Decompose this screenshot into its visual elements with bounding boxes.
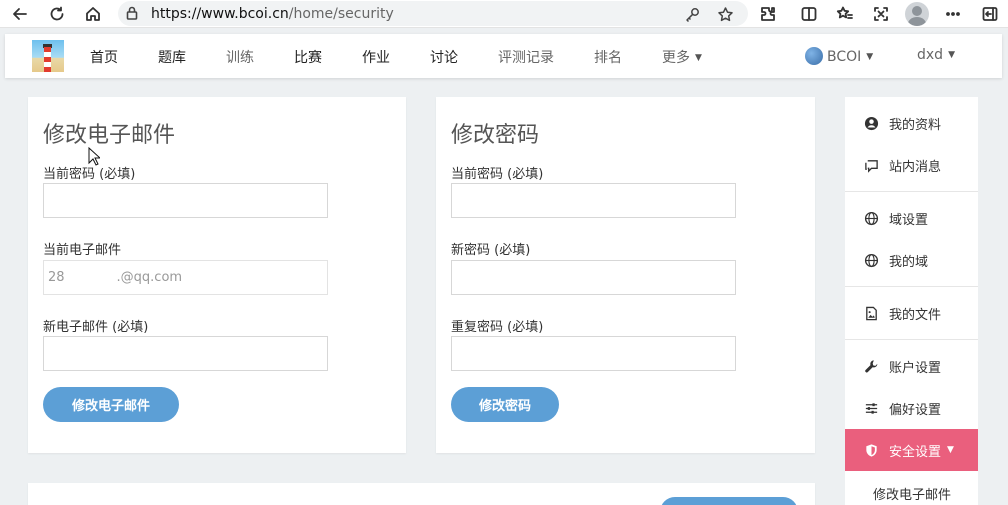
- refresh-icon[interactable]: [45, 2, 69, 26]
- change-email-button[interactable]: 修改电子邮件: [43, 387, 179, 422]
- sidebar-item-preferences[interactable]: 偏好设置: [845, 387, 978, 429]
- bottom-card: [28, 483, 815, 505]
- sidebar-item-my-domains[interactable]: 我的域: [845, 239, 978, 281]
- mouse-cursor-icon: [88, 147, 100, 166]
- nav-domain[interactable]: BCOI ▼: [805, 47, 873, 65]
- globe-icon: [863, 252, 879, 268]
- nav-more-label: 更多: [662, 50, 690, 66]
- sidebar-item-label: 安全设置: [889, 444, 942, 460]
- nav-ranking[interactable]: 排名: [594, 47, 622, 67]
- shield-icon: [863, 442, 879, 458]
- nav-discussion[interactable]: 讨论: [430, 47, 458, 67]
- sidebar-item-my-files[interactable]: 我的文件: [845, 292, 978, 334]
- change-email-card: 修改电子邮件 当前密码 (必填) 当前电子邮件 新电子邮件 (必填) 修改电子邮…: [28, 97, 406, 453]
- change-password-button[interactable]: 修改密码: [451, 387, 559, 422]
- sidebar-item-security[interactable]: 安全设置 ▼: [845, 429, 978, 471]
- sidebar-item-domain-settings[interactable]: 域设置: [845, 197, 978, 239]
- message-icon: [863, 157, 879, 173]
- nav-homework[interactable]: 作业: [362, 47, 390, 67]
- current-password-label: 当前密码 (必填): [451, 167, 544, 182]
- profile-avatar[interactable]: [905, 2, 929, 26]
- sidebar-item-label: 我的资料: [889, 117, 942, 133]
- nav-domain-label: BCOI: [827, 49, 862, 65]
- bottom-card-button[interactable]: [660, 497, 798, 505]
- extensions-icon[interactable]: [756, 2, 780, 26]
- nav-records[interactable]: 评测记录: [498, 47, 554, 67]
- wrench-icon: [863, 358, 879, 374]
- new-password-input[interactable]: [451, 260, 736, 295]
- sidebar-item-profile[interactable]: 我的资料: [845, 102, 978, 144]
- sidebar-item-account-settings[interactable]: 账户设置: [845, 345, 978, 387]
- back-icon[interactable]: [8, 2, 32, 26]
- sidebar-item-label: 我的域: [889, 254, 929, 270]
- address-bar[interactable]: https://www.bcoi.cn/home/security: [118, 1, 748, 26]
- nav-contests[interactable]: 比赛: [294, 47, 322, 67]
- nav-home[interactable]: 首页: [90, 47, 118, 67]
- url-host: https://www.bcoi.cn: [151, 6, 289, 22]
- url-path: /home/security: [288, 6, 394, 22]
- sidebar-subitem-change-email[interactable]: 修改电子邮件: [873, 484, 951, 503]
- nav-training[interactable]: 训练: [226, 47, 254, 67]
- home-icon[interactable]: [81, 2, 105, 26]
- more-options-icon[interactable]: [941, 2, 965, 26]
- sidebar-item-label: 账户设置: [889, 360, 942, 376]
- star-icon[interactable]: [715, 4, 735, 24]
- change-password-title: 修改密码: [451, 123, 540, 148]
- repeat-password-input[interactable]: [451, 336, 736, 371]
- globe-icon: [863, 210, 879, 226]
- split-screen-icon[interactable]: [797, 2, 821, 26]
- new-email-label: 新电子邮件 (必填): [43, 320, 149, 335]
- new-password-label: 新密码 (必填): [451, 243, 531, 258]
- change-password-card: 修改密码 当前密码 (必填) 新密码 (必填) 重复密码 (必填) 修改密码: [436, 97, 815, 453]
- user-circle-icon: [863, 115, 879, 131]
- chevron-down-icon: ▼: [695, 53, 702, 63]
- sidebar-divider: [845, 286, 978, 287]
- sidebar-item-label: 偏好设置: [889, 402, 942, 418]
- current-email-label: 当前电子邮件: [43, 243, 122, 258]
- sidebar-item-messages[interactable]: 站内消息: [845, 144, 978, 186]
- domain-globe-icon: [805, 47, 823, 65]
- chevron-down-icon: ▼: [948, 50, 955, 60]
- nav-user[interactable]: dxd ▼: [917, 47, 955, 63]
- lock-icon: [124, 5, 140, 21]
- settings-sidebar: 我的资料 站内消息 域设置 我的域 我的文件 账户设置 偏好设置 安全设置 ▼ …: [845, 97, 978, 505]
- site-navbar: 首页 题库 训练 比赛 作业 讨论 评测记录 排名 更多 ▼ BCOI ▼ dxd ▼: [5, 34, 1002, 78]
- browser-toolbar: https://www.bcoi.cn/home/security: [0, 0, 1008, 28]
- change-email-title: 修改电子邮件: [43, 123, 176, 148]
- sidebar-divider: [845, 191, 978, 192]
- current-email-field: [43, 260, 328, 295]
- nav-problems[interactable]: 题库: [158, 47, 186, 67]
- sidebar-item-label: 站内消息: [889, 159, 942, 175]
- sidebar-divider: [845, 339, 978, 340]
- email-current-password-input[interactable]: [43, 183, 328, 218]
- url-text: https://www.bcoi.cn/home/security: [151, 6, 394, 22]
- new-email-input[interactable]: [43, 336, 328, 371]
- sidebar-item-label: 域设置: [889, 212, 929, 228]
- sliders-icon: [863, 400, 879, 416]
- site-logo[interactable]: [32, 40, 64, 72]
- screenshot-icon[interactable]: [869, 2, 893, 26]
- nav-user-label: dxd: [917, 47, 944, 63]
- favorites-icon[interactable]: [833, 2, 857, 26]
- chevron-down-icon: ▼: [866, 52, 874, 62]
- chevron-down-icon: ▼: [947, 445, 954, 455]
- file-image-icon: [863, 305, 879, 321]
- repeat-password-label: 重复密码 (必填): [451, 320, 544, 335]
- nav-more[interactable]: 更多 ▼: [662, 47, 702, 67]
- sidebar-item-label: 我的文件: [889, 307, 942, 323]
- sidebar-toggle-icon[interactable]: [978, 2, 1002, 26]
- current-password-input[interactable]: [451, 183, 736, 218]
- key-icon[interactable]: [682, 4, 702, 24]
